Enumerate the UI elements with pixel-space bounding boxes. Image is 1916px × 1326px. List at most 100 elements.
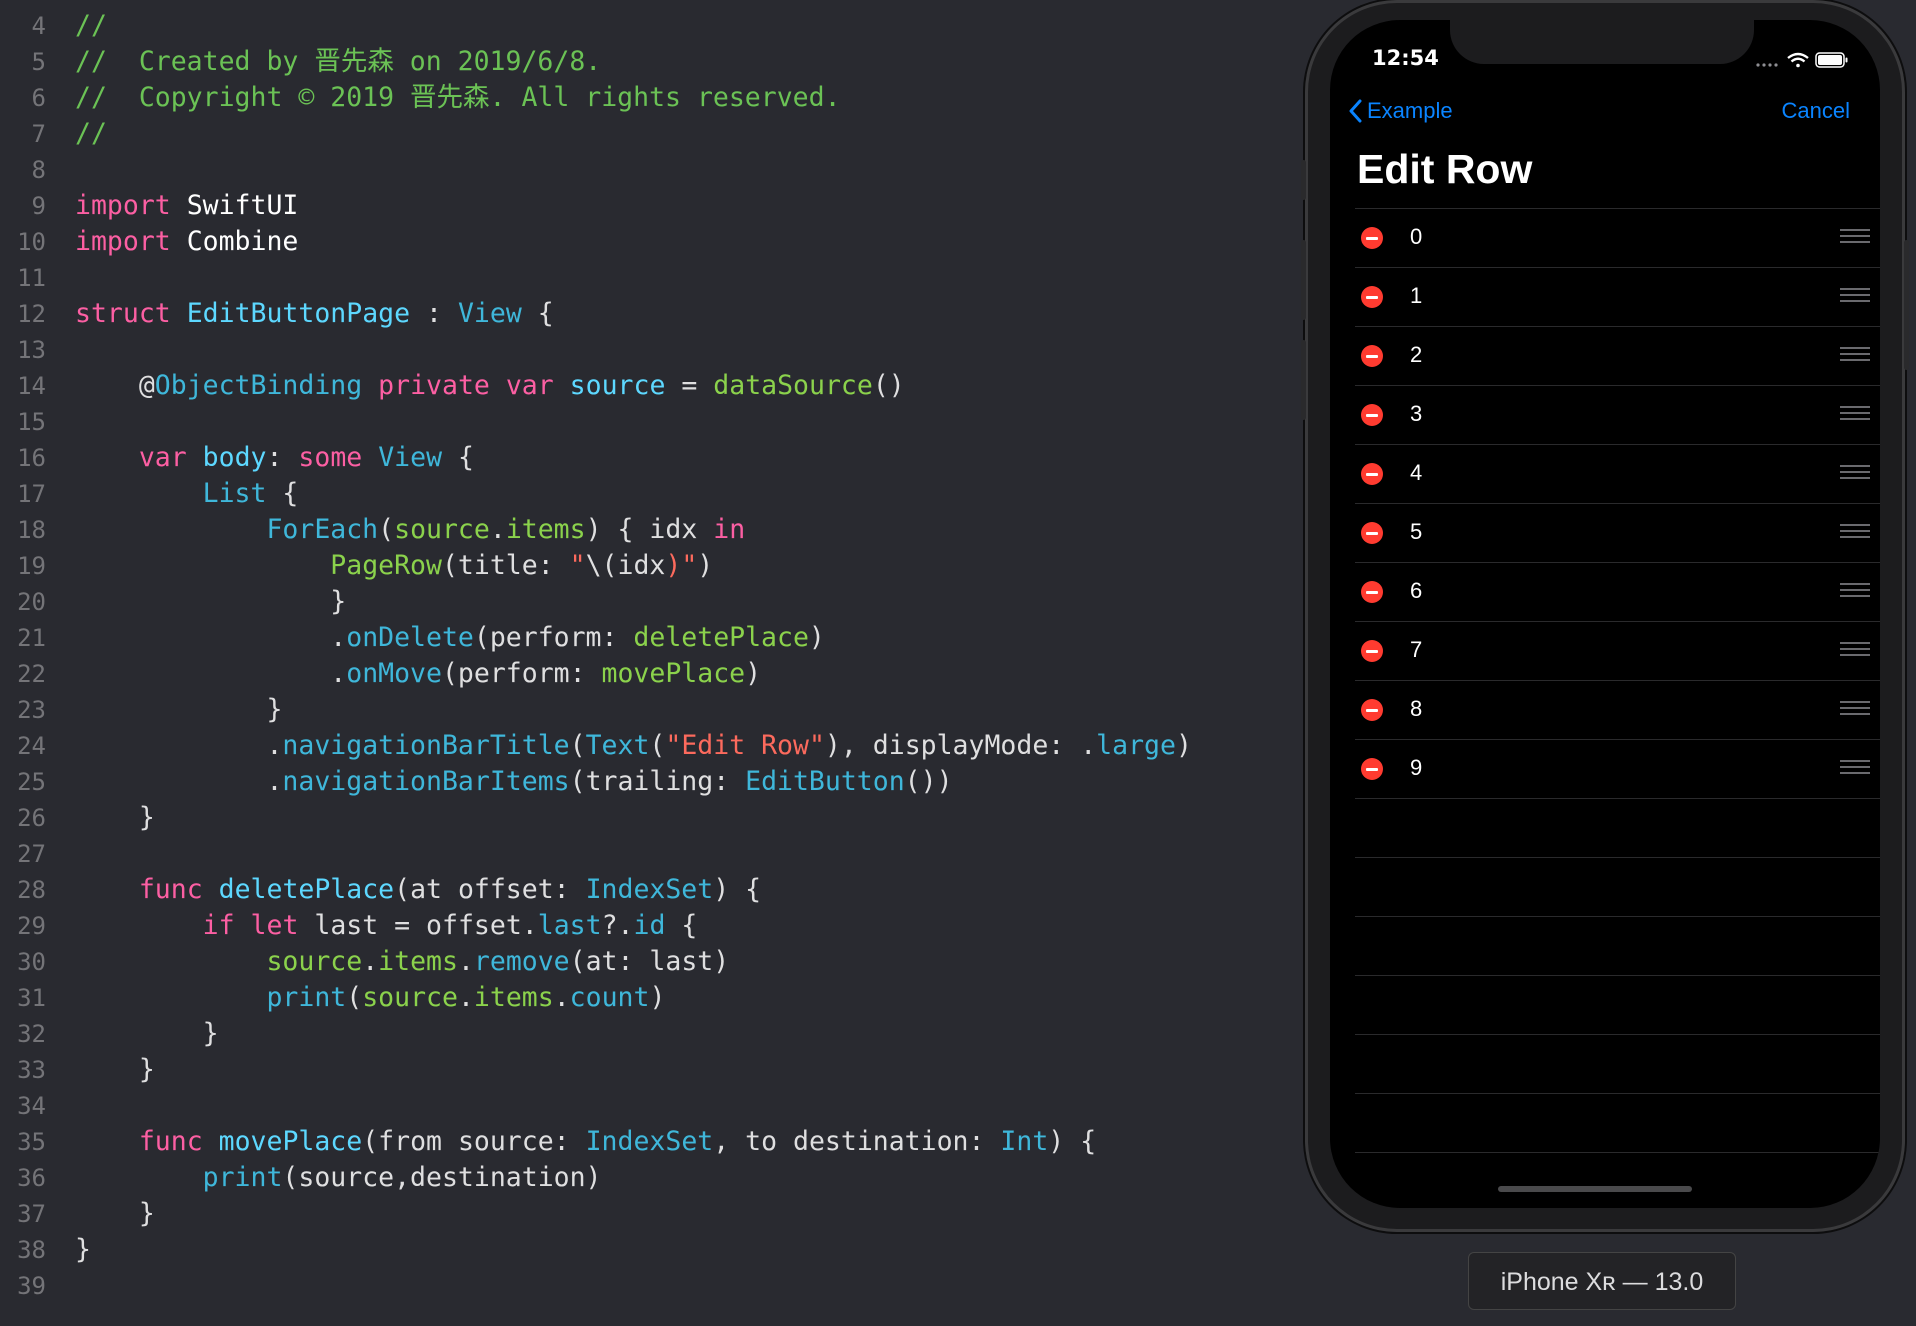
list-item[interactable]: 2 <box>1355 326 1880 385</box>
reorder-handle-icon[interactable] <box>1840 465 1870 481</box>
code-text: .navigationBarItems(trailing: EditButton… <box>75 764 953 800</box>
line-number: 18 <box>17 516 46 544</box>
delete-icon[interactable] <box>1361 640 1383 662</box>
list-item[interactable]: 9 <box>1355 739 1880 798</box>
code-token: { <box>442 442 474 473</box>
reorder-handle-icon[interactable] <box>1840 701 1870 717</box>
code-token: in <box>713 514 746 545</box>
code-token: (from source: <box>362 1126 586 1157</box>
code-text: } <box>75 1232 91 1268</box>
reorder-handle-icon[interactable] <box>1840 583 1870 599</box>
reorder-bar <box>1840 418 1870 420</box>
delete-icon[interactable] <box>1361 581 1383 603</box>
code-text: } <box>75 800 155 836</box>
delete-icon[interactable] <box>1361 522 1383 544</box>
list-item[interactable]: 1 <box>1355 267 1880 326</box>
reorder-handle-icon[interactable] <box>1840 524 1870 540</box>
code-token: IndexSet <box>585 874 714 905</box>
code-token: . <box>75 730 283 761</box>
row-label: 2 <box>1410 342 1423 367</box>
code-token: } <box>75 586 347 617</box>
reorder-handle-icon[interactable] <box>1840 288 1870 304</box>
code-text: struct EditButtonPage : View { <box>75 296 554 332</box>
cancel-button[interactable]: Cancel <box>1782 98 1850 124</box>
code-token: source <box>266 946 363 977</box>
code-token: items <box>378 946 458 977</box>
code-token: let <box>250 910 299 941</box>
nav-back-button[interactable]: Example <box>1348 98 1453 124</box>
line-number: 7 <box>31 120 46 148</box>
code-token: func <box>138 874 203 905</box>
reorder-handle-icon[interactable] <box>1840 347 1870 363</box>
reorder-bar <box>1840 353 1870 355</box>
delete-icon[interactable] <box>1361 404 1383 426</box>
code-text: print(source,destination) <box>75 1160 602 1196</box>
code-text: source.items.remove(at: last) <box>75 944 729 980</box>
delete-icon[interactable] <box>1361 227 1383 249</box>
device-screen[interactable]: 12:54 Example Cancel Edit Row 0 1 2 3 4 5 6 7 8 9 <box>1330 20 1880 1208</box>
code-editor[interactable]: 4 // 5 // Created by 晋先森 on 2019/6/8. 6 // Co… <box>0 0 1290 1326</box>
reorder-handle-icon[interactable] <box>1840 406 1870 422</box>
line-number: 19 <box>17 552 46 580</box>
reorder-handle-icon[interactable] <box>1840 760 1870 776</box>
delete-icon[interactable] <box>1361 345 1383 367</box>
delete-icon[interactable] <box>1361 286 1383 308</box>
list-item[interactable]: 3 <box>1355 385 1880 444</box>
code-token: deletePlace <box>218 874 395 905</box>
code-token: var <box>505 370 554 401</box>
code-token: Int <box>1000 1126 1049 1157</box>
code-token: : <box>410 298 458 329</box>
code-token: source <box>362 982 458 1013</box>
status-icons <box>1756 52 1848 68</box>
reorder-bar <box>1840 583 1870 585</box>
code-token: EditButton <box>745 766 905 797</box>
reorder-bar <box>1840 359 1870 361</box>
delete-icon[interactable] <box>1361 699 1383 721</box>
code-text: } <box>75 1196 155 1232</box>
delete-icon[interactable] <box>1361 758 1383 780</box>
code-token: . <box>75 766 283 797</box>
reorder-bar <box>1840 772 1870 774</box>
reorder-handle-icon[interactable] <box>1840 642 1870 658</box>
code-token: ) { <box>1048 1126 1097 1157</box>
list-item[interactable]: 7 <box>1355 621 1880 680</box>
edit-list[interactable]: 0 1 2 3 4 5 6 7 8 9 <box>1355 208 1880 1208</box>
line-number: 21 <box>17 624 46 652</box>
list-item[interactable]: 5 <box>1355 503 1880 562</box>
list-item[interactable]: 6 <box>1355 562 1880 621</box>
code-token: . <box>362 946 379 977</box>
reorder-bar <box>1840 760 1870 762</box>
code-token: // Created by 晋先森 on 2019/6/8. <box>75 46 602 77</box>
code-token: print <box>266 982 347 1013</box>
code-token: List <box>202 478 267 509</box>
code-token: private <box>378 370 490 401</box>
empty-row-separator <box>1355 857 1880 916</box>
line-number: 27 <box>17 840 46 868</box>
code-text: .onMove(perform: movePlace) <box>75 656 761 692</box>
code-token: EditButtonPage <box>186 298 411 329</box>
line-number: 6 <box>31 84 46 112</box>
line-number: 39 <box>17 1272 46 1300</box>
device-label: iPhone Xʀ — 13.0 <box>1468 1252 1736 1310</box>
code-token: // Copyright © 2019 晋先森. All rights rese… <box>75 82 841 113</box>
code-token: ( <box>378 514 395 545</box>
line-number: 12 <box>17 300 46 328</box>
code-token: ()) <box>904 766 953 797</box>
code-token: some <box>298 442 363 473</box>
list-item[interactable]: 0 <box>1355 208 1880 267</box>
code-text: import SwiftUI <box>75 188 298 224</box>
list-item[interactable]: 8 <box>1355 680 1880 739</box>
chevron-left-icon <box>1349 99 1362 123</box>
home-indicator[interactable] <box>1498 1186 1692 1192</box>
delete-icon[interactable] <box>1361 463 1383 485</box>
reorder-handle-icon[interactable] <box>1840 229 1870 245</box>
code-token: Combine <box>170 226 299 257</box>
list-item[interactable]: 4 <box>1355 444 1880 503</box>
code-token: items <box>473 982 554 1013</box>
